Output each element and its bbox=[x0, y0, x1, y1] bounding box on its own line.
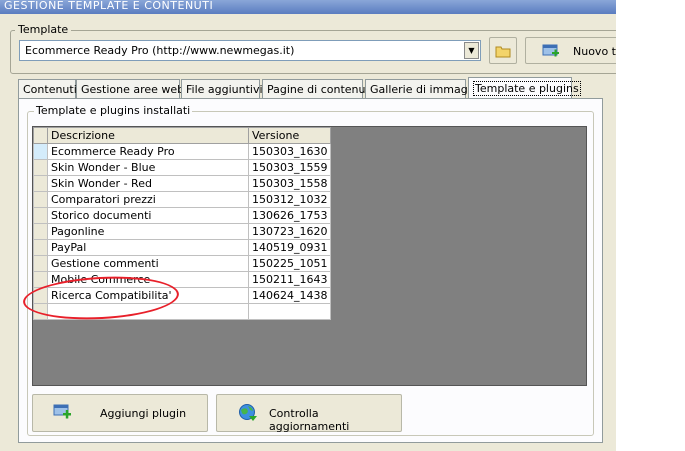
tab-gestione-aree-web[interactable]: Gestione aree web bbox=[76, 79, 184, 98]
add-plugin-button[interactable]: Aggiungi plugin bbox=[32, 394, 208, 432]
template-group-label: Template bbox=[15, 23, 72, 36]
cell-version: 150312_1032 bbox=[248, 191, 331, 208]
table-row[interactable]: Ecommerce Ready Pro 150303_1630 bbox=[33, 143, 331, 160]
cell-version: 140519_0931 bbox=[248, 239, 331, 256]
add-window-icon bbox=[542, 44, 559, 57]
plugins-grid[interactable]: Descrizione Versione Ecommerce Ready Pro… bbox=[32, 126, 587, 386]
tab-gallerie-di-immagini[interactable]: Gallerie di immagini bbox=[365, 79, 481, 98]
cell-description: Ecommerce Ready Pro bbox=[47, 143, 249, 160]
installed-plugins-label: Template e plugins installati bbox=[34, 104, 193, 117]
tab-panel: Template e plugins installati Descrizion… bbox=[18, 98, 603, 443]
template-select[interactable]: Ecommerce Ready Pro (http://www.newmegas… bbox=[19, 40, 481, 61]
cell-description: Pagonline bbox=[47, 223, 249, 240]
row-indicator bbox=[33, 143, 48, 160]
cell-version: 150303_1558 bbox=[248, 175, 331, 192]
table-row[interactable]: Comparatori prezzi 150312_1032 bbox=[33, 191, 331, 208]
row-indicator bbox=[33, 207, 48, 224]
column-header-description[interactable]: Descrizione bbox=[47, 127, 249, 144]
cell-version: 150303_1630 bbox=[248, 143, 331, 160]
folder-icon bbox=[495, 46, 511, 58]
cell-description: Skin Wonder - Red bbox=[47, 175, 249, 192]
main-window: GESTIONE TEMPLATE E CONTENUTI Template E… bbox=[0, 0, 616, 451]
row-indicator bbox=[33, 223, 48, 240]
new-template-button[interactable]: Nuovo te bbox=[525, 37, 616, 64]
row-indicator bbox=[33, 239, 48, 256]
table-row[interactable]: Pagonline 130723_1620 bbox=[33, 223, 331, 240]
row-indicator bbox=[33, 175, 48, 192]
table-row[interactable]: Gestione commenti 150225_1051 bbox=[33, 255, 331, 272]
add-plugin-icon bbox=[53, 404, 71, 419]
cell-version: 150225_1051 bbox=[248, 255, 331, 272]
cell-version: 150211_1643 bbox=[248, 271, 331, 288]
table-row[interactable]: PayPal 140519_0931 bbox=[33, 239, 331, 256]
check-updates-label: Controlla aggiornamenti bbox=[269, 407, 350, 433]
cell-description: Storico documenti bbox=[47, 207, 249, 224]
installed-plugins-group: Template e plugins installati Descrizion… bbox=[27, 104, 594, 436]
globe-update-icon bbox=[239, 404, 257, 421]
tab-template-e-plugins[interactable]: Template e plugins bbox=[468, 77, 581, 98]
row-indicator bbox=[33, 255, 48, 272]
cell-version bbox=[248, 303, 331, 320]
cell-description: PayPal bbox=[47, 239, 249, 256]
table-row[interactable]: Skin Wonder - Red 150303_1558 bbox=[33, 175, 331, 192]
cell-description: Skin Wonder - Blue bbox=[47, 159, 249, 176]
check-updates-button[interactable]: Controlla aggiornamenti bbox=[216, 394, 402, 433]
window-title: GESTIONE TEMPLATE E CONTENUTI bbox=[0, 0, 616, 14]
table-row[interactable]: Skin Wonder - Blue 150303_1559 bbox=[33, 159, 331, 176]
dropdown-arrow-icon[interactable]: ▼ bbox=[464, 42, 479, 59]
template-select-value: Ecommerce Ready Pro (http://www.newmegas… bbox=[25, 44, 295, 57]
tab-contenuti[interactable]: Contenuti bbox=[18, 79, 77, 98]
table-header-row: Descrizione Versione bbox=[33, 127, 331, 144]
open-folder-button[interactable] bbox=[489, 37, 517, 64]
cell-version: 130723_1620 bbox=[248, 223, 331, 240]
tab-file-aggiuntivi[interactable]: File aggiuntivi bbox=[181, 79, 263, 98]
add-plugin-label: Aggiungi plugin bbox=[100, 407, 187, 420]
column-header-version[interactable]: Versione bbox=[248, 127, 331, 144]
row-indicator-header bbox=[33, 127, 48, 144]
cell-description: Comparatori prezzi bbox=[47, 191, 249, 208]
cell-description: Gestione commenti bbox=[47, 255, 249, 272]
tab-pagine-di-contenuti[interactable]: Pagine di contenuti bbox=[262, 79, 373, 98]
table-row[interactable]: Storico documenti 130626_1753 bbox=[33, 207, 331, 224]
cell-version: 130626_1753 bbox=[248, 207, 331, 224]
row-indicator bbox=[33, 191, 48, 208]
cell-version: 150303_1559 bbox=[248, 159, 331, 176]
new-template-label: Nuovo te bbox=[573, 45, 616, 58]
cell-version: 140624_1438 bbox=[248, 287, 331, 304]
row-indicator bbox=[33, 159, 48, 176]
